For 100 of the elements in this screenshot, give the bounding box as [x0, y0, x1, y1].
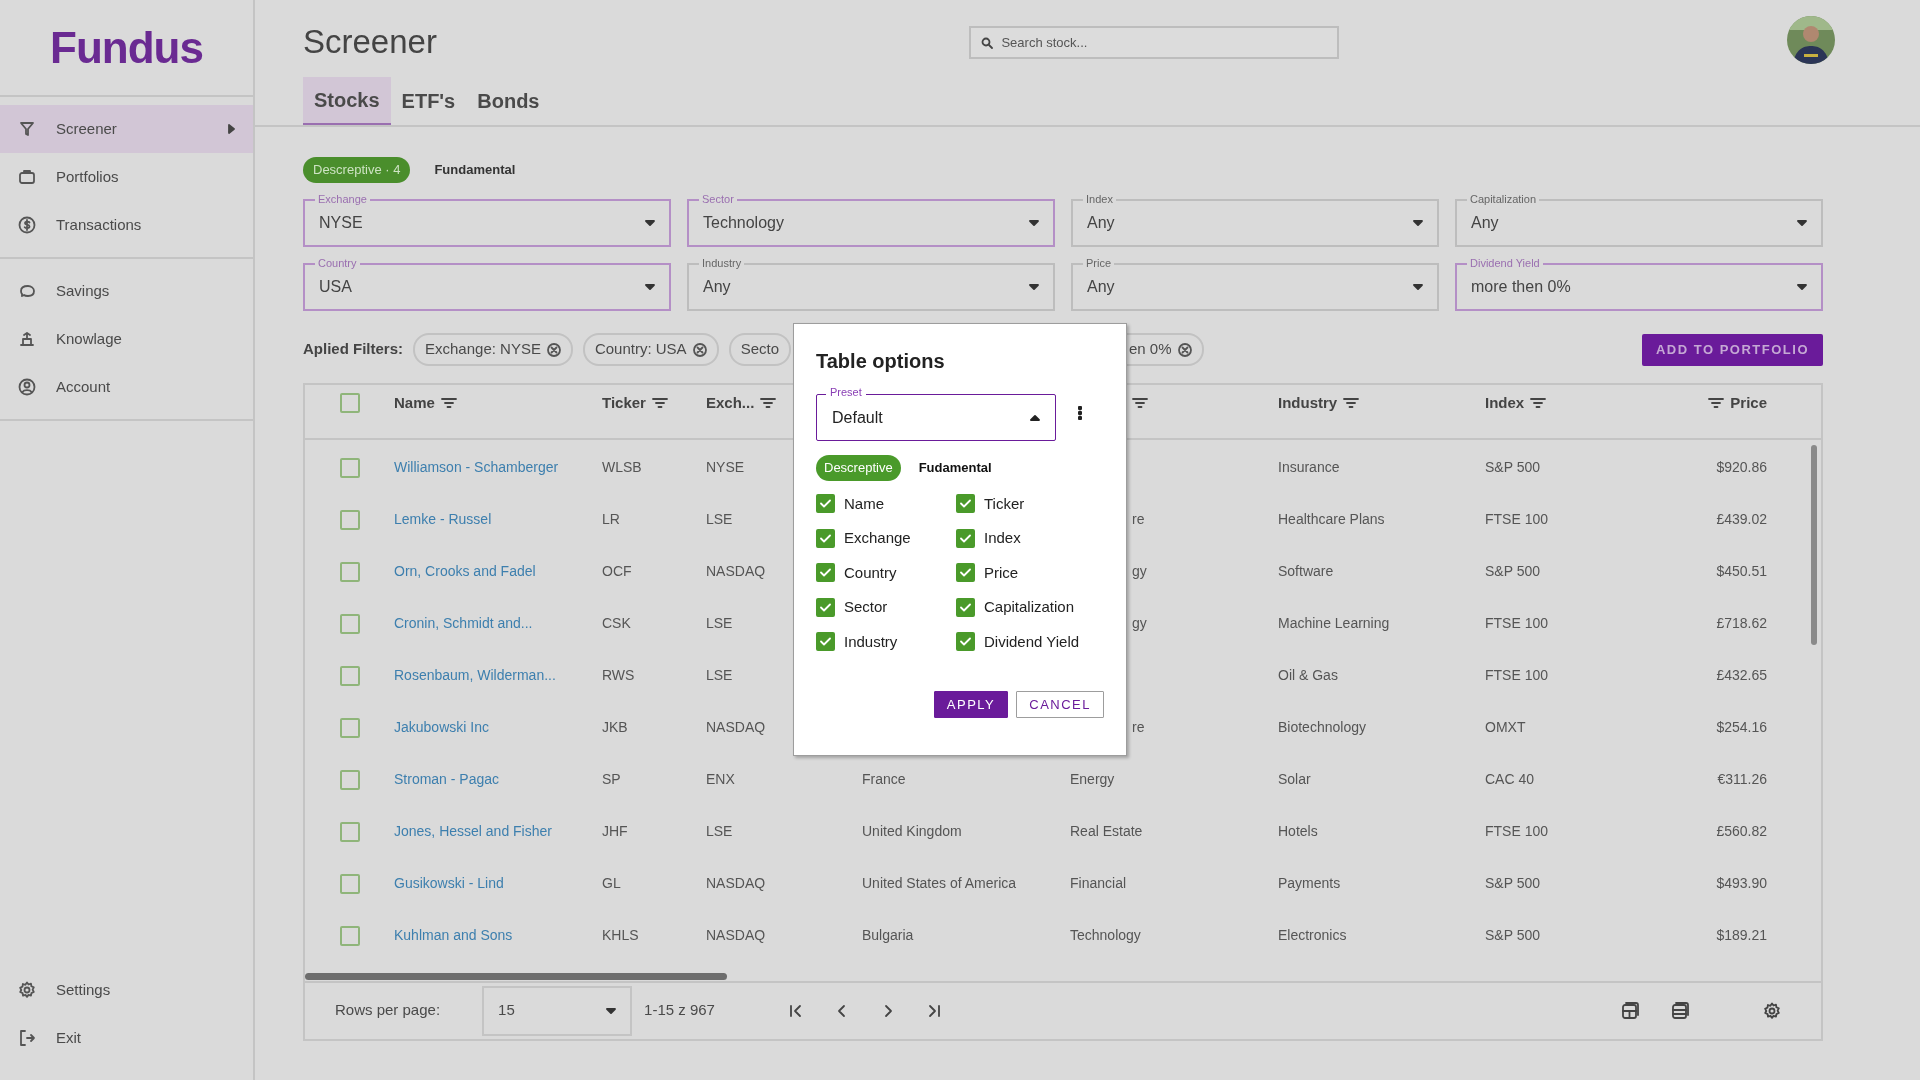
table-cell: $450.51 — [1716, 563, 1767, 580]
table-cell: CAC 40 — [1485, 771, 1535, 788]
check-icon — [960, 602, 971, 612]
column-header[interactable]: Index — [1485, 392, 1525, 415]
table-cell: LSE — [706, 615, 733, 632]
column-header[interactable]: Industry — [1278, 392, 1338, 415]
table-cell: JKB — [602, 719, 628, 736]
tab[interactable]: Stocks — [303, 77, 391, 125]
user-circle-icon — [18, 378, 36, 396]
nav-item[interactable]: Knowlage — [0, 315, 253, 363]
checkbox[interactable] — [956, 632, 975, 652]
table-cell: Payments — [1278, 875, 1341, 892]
first-page-icon — [788, 1003, 803, 1018]
tab[interactable]: Bonds — [466, 77, 551, 125]
vertical-scrollbar[interactable] — [1811, 444, 1817, 645]
table-cell: NASDAQ — [706, 563, 766, 580]
filter-chip[interactable]: Exchange: NYSE — [413, 333, 573, 366]
table-cell: LSE — [706, 511, 733, 528]
checkbox[interactable] — [816, 494, 835, 514]
option-label: Sector — [844, 597, 888, 617]
row-checkbox[interactable] — [339, 665, 360, 686]
table-cell: Machine Learning — [1278, 615, 1390, 632]
settings-icon — [1763, 1001, 1781, 1020]
nav-item[interactable]: Transactions — [0, 201, 253, 249]
column-header[interactable]: Exch... — [706, 392, 755, 415]
checkbox[interactable] — [816, 528, 835, 548]
table-cell: €311.26 — [1717, 771, 1767, 788]
table-cell: RWS — [602, 667, 635, 684]
dollar-icon — [18, 216, 36, 234]
table-cell: FTSE 100 — [1485, 615, 1549, 632]
dropdown-caret-icon — [1797, 219, 1807, 226]
table-cell: GL — [602, 875, 621, 892]
row-checkbox[interactable] — [339, 561, 360, 582]
table-cell: Solar — [1278, 771, 1311, 788]
dropdown-caret-icon — [1029, 219, 1039, 226]
search-icon — [981, 36, 994, 49]
row-checkbox[interactable] — [339, 457, 360, 478]
nav-item[interactable]: Portfolios — [0, 153, 253, 201]
checkbox[interactable] — [956, 563, 975, 583]
column-header[interactable]: Price — [1730, 392, 1767, 415]
table-cell: £439.02 — [1716, 511, 1767, 528]
row-checkbox[interactable] — [339, 717, 360, 738]
horizontal-scrollbar[interactable] — [305, 972, 727, 980]
nav-item[interactable]: Savings — [0, 267, 253, 315]
table-cell: Oil & Gas — [1278, 667, 1338, 684]
check-icon — [820, 499, 831, 509]
table-cell: $493.90 — [1716, 875, 1767, 892]
column-header[interactable]: Ticker — [602, 392, 646, 415]
option-label: Price — [984, 562, 1019, 583]
table-cell: Electronics — [1278, 927, 1347, 944]
cancel-button[interactable]: CANCEL — [1016, 691, 1104, 718]
checkbox[interactable] — [816, 632, 835, 652]
dialog-tab[interactable]: Descreptive — [816, 455, 901, 481]
apply-button[interactable]: APPLY — [933, 691, 1009, 718]
close-icon — [692, 342, 707, 357]
field-label: Preset — [826, 385, 866, 399]
table-cell: S&P 500 — [1485, 875, 1540, 892]
filter-chip[interactable]: Country: USA — [582, 333, 719, 366]
nav-item[interactable]: Settings — [0, 966, 253, 1014]
row-checkbox[interactable] — [339, 769, 360, 790]
row-checkbox[interactable] — [339, 821, 360, 842]
row-checkbox[interactable] — [339, 873, 360, 894]
filter-group-tab[interactable]: Fundamental — [424, 157, 526, 183]
table-cell: gy — [1132, 563, 1147, 580]
close-icon — [1177, 342, 1192, 357]
add-to-portfolio-button[interactable]: ADD TO PORTFOLIO — [1641, 333, 1823, 366]
table-cell: Financial — [1070, 875, 1127, 892]
table-cell: Biotechnology — [1278, 719, 1366, 736]
option-label: Dividend Yield — [984, 631, 1080, 652]
dropdown-caret-icon — [1797, 283, 1807, 290]
table-cell: LSE — [706, 823, 733, 840]
select-all-checkbox[interactable] — [339, 393, 360, 414]
row-checkbox[interactable] — [339, 925, 360, 946]
row-checkbox[interactable] — [339, 509, 360, 530]
filter-chip[interactable]: Secto — [728, 333, 791, 366]
table-cell: Healthcare Plans — [1278, 511, 1385, 528]
checkbox[interactable] — [956, 494, 975, 514]
table-cell: £560.82 — [1716, 823, 1767, 840]
nav-item[interactable]: Screener — [0, 105, 253, 153]
search-field[interactable]: Search stock... — [969, 25, 1340, 59]
dialog-tab[interactable]: Fudamental — [910, 455, 1000, 481]
table-cell: re — [1132, 719, 1145, 736]
dropdown-caret-icon — [606, 1007, 617, 1014]
checkbox[interactable] — [956, 597, 975, 617]
checkbox[interactable] — [816, 563, 835, 583]
briefcase-icon — [18, 168, 36, 186]
checkbox[interactable] — [816, 597, 835, 617]
nav-item[interactable]: Exit — [0, 1014, 253, 1062]
table-cell: NASDAQ — [706, 927, 766, 944]
column-header[interactable]: Name — [394, 392, 435, 415]
dropdown-caret-icon — [1413, 283, 1423, 290]
checkbox[interactable] — [956, 528, 975, 548]
rows-per-page-dropdown[interactable]: 15 — [482, 985, 633, 1036]
nav-item[interactable]: Account — [0, 363, 253, 411]
option-label: Capitalization — [984, 597, 1075, 617]
row-checkbox[interactable] — [339, 613, 360, 634]
table-cell: United States of America — [862, 875, 1017, 892]
tab[interactable]: ETF's — [390, 77, 467, 125]
table-cell: NASDAQ — [706, 875, 766, 892]
table-cell: LR — [602, 511, 620, 528]
